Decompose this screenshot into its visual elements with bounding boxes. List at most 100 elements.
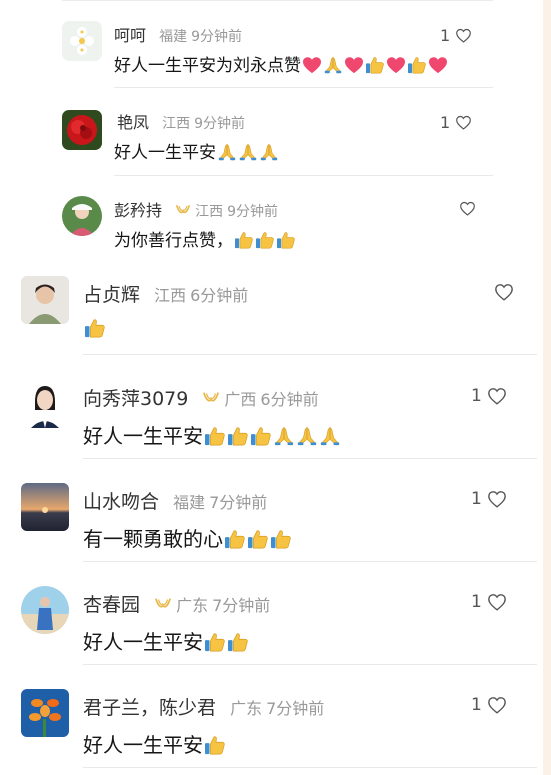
comment-time: 7分钟前 — [212, 596, 271, 615]
comment-time: 7分钟前 — [266, 699, 325, 718]
comment-text-body: 好人一生平安 — [83, 424, 203, 448]
like-control[interactable]: 1 — [471, 592, 507, 612]
comment-text-body: 好人一生平安 — [83, 630, 203, 654]
avatar[interactable] — [21, 483, 69, 531]
user-name[interactable]: 向秀萍3079 — [83, 388, 188, 410]
avatar[interactable] — [21, 689, 69, 737]
pray-emoji-icon — [323, 56, 343, 74]
comment-time: 9分钟前 — [191, 29, 243, 45]
pray-emoji-icon — [238, 143, 258, 161]
gold-ribbon-badge-icon — [175, 202, 191, 221]
comment-meta: 呵呵 福建 9分钟前 — [114, 22, 242, 46]
comment-text-body: 好人一生平安为刘永点赞 — [114, 56, 301, 76]
thumbs-emoji-icon — [204, 426, 226, 446]
user-region: 福建 — [159, 29, 188, 45]
emoji-list — [233, 231, 296, 251]
user-name[interactable]: 君子兰，陈少君 — [83, 697, 216, 719]
avatar[interactable] — [62, 196, 102, 236]
avatar[interactable] — [62, 21, 102, 61]
like-control[interactable] — [454, 201, 476, 216]
user-region: 福建 — [173, 493, 206, 512]
like-control[interactable]: 1 — [440, 26, 472, 45]
thumbs-emoji-icon — [270, 529, 292, 549]
top-divider — [62, 0, 493, 1]
reply-comment: 艳凤 江西 9分钟前 好人一生平安 1 — [62, 106, 492, 166]
thumbs-emoji-icon — [365, 56, 385, 74]
comment-item: 君子兰，陈少君 广东 7分钟前 好人一生平安 1 — [21, 689, 515, 759]
thumbs-emoji-icon — [250, 426, 272, 446]
comment-divider — [114, 87, 493, 88]
comment-meta: 向秀萍3079 广西 6分钟前 — [83, 384, 319, 411]
pray-emoji-icon — [296, 426, 318, 446]
heart-outline-icon[interactable] — [455, 28, 472, 43]
reply-comment: 彭矜持 江西 9分钟前 为你善行点赞， — [62, 194, 492, 254]
heart-outline-icon[interactable] — [459, 201, 476, 216]
user-name[interactable]: 彭矜持 — [114, 201, 162, 220]
like-control[interactable]: 1 — [440, 113, 472, 132]
comment-time: 6分钟前 — [190, 286, 249, 305]
comment-text: 好人一生平安为刘永点赞 — [114, 51, 448, 76]
user-name[interactable]: 占贞辉 — [83, 284, 140, 306]
avatar[interactable] — [62, 110, 102, 150]
user-name[interactable]: 山水吻合 — [83, 491, 159, 513]
heart-outline-icon[interactable] — [487, 696, 507, 714]
user-region: 广东 — [230, 699, 263, 718]
thumbs-emoji-icon — [247, 529, 269, 549]
heart-outline-icon[interactable] — [455, 115, 472, 130]
comment-time: 9分钟前 — [227, 204, 279, 220]
comment-item: 山水吻合 福建 7分钟前 有一颗勇敢的心 1 — [21, 483, 515, 553]
avatar[interactable] — [21, 276, 69, 324]
avatar[interactable] — [21, 380, 69, 428]
comment-text: 为你善行点赞， — [114, 226, 296, 251]
comment-item: 向秀萍3079 广西 6分钟前 好人一生平安 1 — [21, 380, 515, 450]
comment-text: 有一颗勇敢的心 — [83, 523, 292, 552]
avatar[interactable] — [21, 586, 69, 634]
comment-item: 占贞辉 江西 6分钟前 — [21, 276, 515, 346]
user-name[interactable]: 呵呵 — [114, 26, 146, 45]
thumbs-emoji-icon — [407, 56, 427, 74]
thumbs-emoji-icon — [204, 632, 226, 652]
heart-outline-icon[interactable] — [487, 387, 507, 405]
comment-divider — [83, 767, 537, 768]
comment-meta: 山水吻合 福建 7分钟前 — [83, 487, 267, 514]
like-count: 1 — [471, 695, 482, 715]
comment-meta: 艳凤 江西 9分钟前 — [117, 109, 245, 133]
like-control[interactable]: 1 — [471, 386, 507, 406]
user-name[interactable]: 艳凤 — [117, 113, 149, 132]
thumbs-emoji-icon — [227, 426, 249, 446]
emoji-list — [83, 316, 106, 340]
comment-meta: 占贞辉 江西 6分钟前 — [83, 280, 248, 307]
thumbs-emoji-icon — [84, 318, 106, 338]
user-region: 广西 — [224, 390, 257, 409]
user-region: 江西 — [154, 286, 187, 305]
comment-meta: 杏春园 广东 7分钟前 — [83, 590, 270, 617]
thumbs-emoji-icon — [204, 735, 226, 755]
thumbs-emoji-icon — [224, 529, 246, 549]
comment-time: 7分钟前 — [209, 493, 268, 512]
heart-emoji-icon — [386, 56, 406, 74]
like-control[interactable]: 1 — [471, 489, 507, 509]
comment-text-body: 好人一生平安 — [114, 143, 216, 163]
comment-text-body: 好人一生平安 — [83, 733, 203, 757]
comment-time: 9分钟前 — [194, 116, 246, 132]
comment-divider — [83, 354, 537, 355]
thumbs-emoji-icon — [255, 231, 275, 249]
heart-outline-icon[interactable] — [494, 283, 514, 301]
comment-divider — [83, 664, 537, 665]
emoji-list — [223, 527, 292, 551]
heart-outline-icon[interactable] — [487, 490, 507, 508]
like-control[interactable]: 1 — [471, 695, 507, 715]
heart-outline-icon[interactable] — [487, 593, 507, 611]
user-name[interactable]: 杏春园 — [83, 594, 140, 616]
thumbs-emoji-icon — [227, 632, 249, 652]
pray-emoji-icon — [319, 426, 341, 446]
comment-divider — [83, 561, 537, 562]
emoji-list — [301, 56, 448, 76]
heart-emoji-icon — [344, 56, 364, 74]
comment-item: 杏春园 广东 7分钟前 好人一生平安 1 — [21, 586, 515, 656]
emoji-list — [203, 733, 226, 757]
reply-comment: 呵呵 福建 9分钟前 好人一生平安为刘永点赞 1 — [62, 19, 492, 79]
comment-time: 6分钟前 — [260, 390, 319, 409]
heart-emoji-icon — [428, 56, 448, 74]
like-control[interactable] — [489, 283, 514, 301]
